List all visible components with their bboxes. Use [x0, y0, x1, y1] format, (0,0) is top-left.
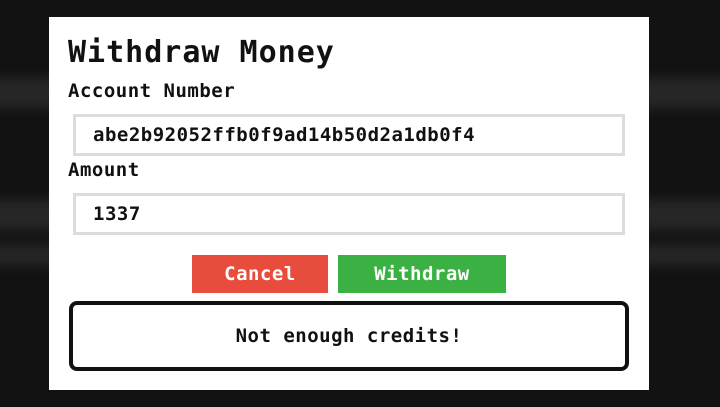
error-message: Not enough credits!: [69, 301, 629, 371]
account-number-input[interactable]: abe2b92052ffb0f9ad14b50d2a1db0f4: [73, 114, 625, 156]
amount-label: Amount: [68, 159, 140, 181]
account-number-label: Account Number: [68, 80, 236, 102]
withdraw-dialog: Withdraw Money Account Number abe2b92052…: [49, 17, 649, 390]
amount-input[interactable]: 1337: [73, 193, 625, 235]
withdraw-button[interactable]: Withdraw: [338, 255, 506, 293]
cancel-button[interactable]: Cancel: [192, 255, 328, 293]
dialog-title: Withdraw Money: [68, 35, 335, 70]
